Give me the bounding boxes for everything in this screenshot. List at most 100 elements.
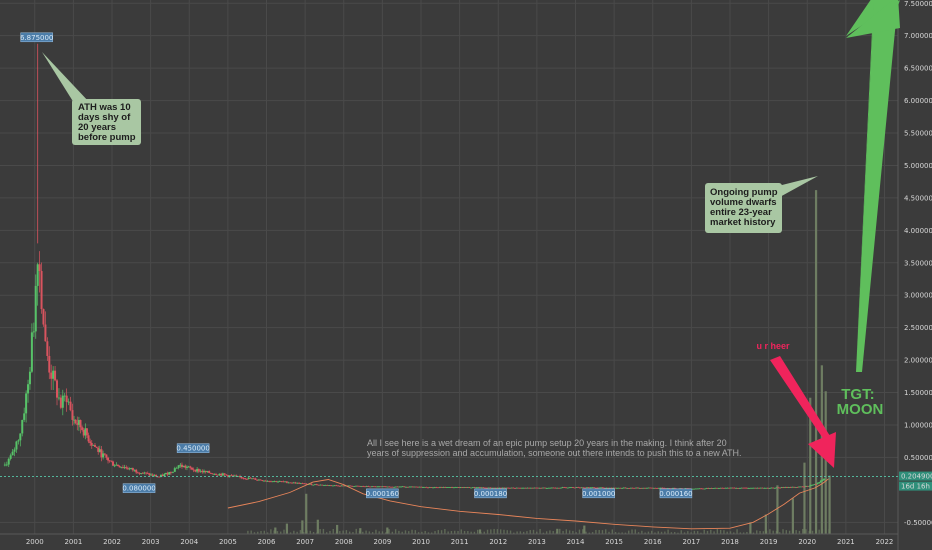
volume-bar xyxy=(386,527,389,534)
candle-body xyxy=(71,410,74,420)
candle-body xyxy=(564,487,567,489)
candle-body xyxy=(67,401,70,403)
candle-body xyxy=(598,487,601,489)
candle-body xyxy=(717,488,720,489)
candle-body xyxy=(85,428,88,436)
candle-body xyxy=(192,469,195,471)
candle-body xyxy=(330,485,333,487)
candle-body xyxy=(89,441,92,443)
candle-body xyxy=(194,470,197,472)
volume-bar xyxy=(411,529,413,534)
candle-body xyxy=(211,473,214,475)
author-note-line: years of suppression and accumulation, s… xyxy=(367,448,742,458)
candle-body xyxy=(787,487,790,488)
volume-bar xyxy=(785,530,788,534)
current-price-tag-text: 0.204900 xyxy=(901,473,932,481)
candle-body xyxy=(317,484,320,486)
candle-body xyxy=(777,487,780,489)
candle-body xyxy=(437,487,440,489)
volume-bar xyxy=(336,524,339,534)
price-tick-label: 6.500000 xyxy=(904,65,932,73)
candle-body xyxy=(48,355,51,373)
candle-body xyxy=(21,419,24,434)
time-tick-label: 2021 xyxy=(837,538,855,546)
candle-body xyxy=(257,479,260,481)
candle-body xyxy=(430,486,433,488)
volume-bar xyxy=(539,528,541,534)
candle-body xyxy=(40,271,43,310)
candle-body xyxy=(11,451,14,456)
candle-body xyxy=(473,487,476,489)
candle-body xyxy=(470,487,473,489)
candle-body xyxy=(220,473,223,476)
candle-body xyxy=(292,482,295,484)
candle-body xyxy=(763,487,766,489)
volume-bar xyxy=(756,530,758,534)
candle-body xyxy=(785,487,788,488)
price-chart[interactable]: 7.500000 7.000000 6.500000 6.000000 5.500000… xyxy=(0,0,932,550)
candle-body xyxy=(163,474,166,477)
candle-body xyxy=(519,487,522,489)
candle-body xyxy=(794,487,797,488)
candle-body xyxy=(74,419,77,424)
candle-body xyxy=(79,420,82,428)
candle-body xyxy=(289,482,292,484)
candle-body xyxy=(535,487,538,489)
candle-body xyxy=(440,487,443,488)
candle-body xyxy=(798,486,801,488)
volume-bar xyxy=(529,530,531,534)
candle-body xyxy=(765,487,768,489)
candle-body xyxy=(333,485,336,487)
candle-body xyxy=(322,485,325,486)
candle-body xyxy=(475,487,478,489)
time-tick-label: 2002 xyxy=(103,538,121,546)
candle-body xyxy=(561,487,564,489)
candle-body xyxy=(34,285,37,332)
candle-body xyxy=(23,413,26,420)
candle-body xyxy=(296,482,299,484)
candle-body xyxy=(816,483,819,485)
time-tick-label: 2020 xyxy=(798,538,816,546)
volume-bar xyxy=(316,519,319,534)
volume-bar xyxy=(460,529,462,534)
candle-body xyxy=(791,486,794,488)
volume-bar xyxy=(595,529,597,534)
candle-body xyxy=(335,485,338,487)
candle-body xyxy=(347,485,350,487)
volume-bar xyxy=(477,529,479,534)
candle-body xyxy=(65,395,68,403)
candle-body xyxy=(779,487,782,489)
candle-body xyxy=(452,487,455,489)
candle-body xyxy=(245,478,248,480)
candle-body xyxy=(635,487,638,489)
candle-body xyxy=(552,487,555,489)
candle-body xyxy=(503,487,506,489)
candle-body xyxy=(729,487,732,489)
candle-body xyxy=(351,485,354,487)
candle-body xyxy=(209,472,212,474)
time-tick-label: 2005 xyxy=(219,538,237,546)
candle-body xyxy=(326,484,329,486)
candle-body xyxy=(435,487,438,489)
volume-bar xyxy=(414,530,417,534)
time-tick-label: 2011 xyxy=(451,538,469,546)
volume-bar xyxy=(332,528,334,534)
price-tick-label: 3.500000 xyxy=(904,259,932,267)
candle-body xyxy=(566,487,569,489)
volume-bar xyxy=(723,530,725,534)
volume-bar xyxy=(274,527,277,534)
candle-body xyxy=(264,480,267,482)
volume-bar xyxy=(509,530,512,534)
candle-body xyxy=(337,485,340,487)
volume-bar xyxy=(270,529,272,534)
candle-body xyxy=(196,469,199,472)
candle-body xyxy=(315,484,318,486)
candle-body xyxy=(480,487,483,489)
candle-body xyxy=(59,397,62,408)
candle-body xyxy=(52,370,55,379)
candle-body xyxy=(299,483,302,485)
candle-body xyxy=(512,487,515,489)
candle-body xyxy=(314,484,317,486)
volume-bar xyxy=(559,528,561,534)
price-tick-label: -0.500000 xyxy=(904,519,932,527)
